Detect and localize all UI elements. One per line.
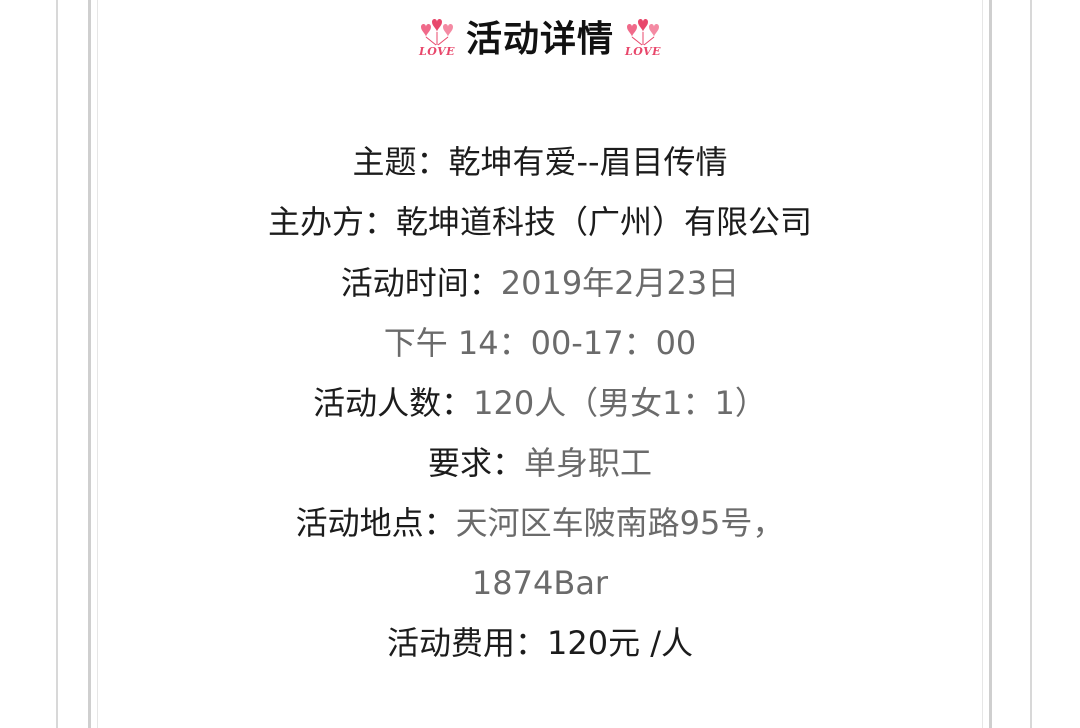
heart-balloons-icon: LOVE	[620, 17, 666, 63]
page-title: 活动详情	[465, 19, 614, 60]
theme-line: 主题：乾坤有爱--眉目传情	[0, 142, 1080, 182]
requirement-label: 要求：	[427, 444, 524, 482]
fee-line: 活动费用：120元 /人	[0, 623, 1080, 663]
fee-value: 120元 /人	[546, 624, 694, 662]
theme-label: 主题：	[352, 143, 449, 181]
love-word: LOVE	[624, 45, 662, 58]
host-label: 主办方：	[267, 203, 396, 241]
event-detail-page: LOVE 活动详情 LOVE 主题：乾坤有爱--眉目传情 主办方：乾坤道科技（广…	[0, 0, 1080, 728]
time-range-line: 下午 14：00-17：00	[0, 323, 1080, 363]
place-value-2: 1874Bar	[471, 564, 609, 602]
host-line: 主办方：乾坤道科技（广州）有限公司	[0, 202, 1080, 242]
section-heading: LOVE 活动详情 LOVE	[0, 14, 1080, 66]
fee-label: 活动费用：	[386, 624, 547, 662]
theme-value: 乾坤有爱--眉目传情	[448, 143, 728, 181]
place-value: 天河区车陂南路95号，	[455, 504, 785, 542]
love-word: LOVE	[418, 45, 455, 58]
host-value: 乾坤道科技（广州）有限公司	[396, 203, 813, 241]
place-line: 活动地点：天河区车陂南路95号，	[0, 503, 1080, 543]
requirement-value: 单身职工	[524, 444, 653, 482]
place-line-2: 1874Bar	[0, 563, 1080, 603]
time-date: 2019年2月23日	[500, 264, 740, 302]
count-value: 120人（男女1：1）	[473, 384, 767, 422]
time-line: 活动时间：2019年2月23日	[0, 263, 1080, 303]
inner-frame	[88, 0, 992, 728]
heart-balloons-icon: LOVE	[414, 17, 460, 63]
time-label: 活动时间：	[340, 264, 501, 302]
count-line: 活动人数：120人（男女1：1）	[0, 383, 1080, 423]
requirement-line: 要求：单身职工	[0, 443, 1080, 483]
count-label: 活动人数：	[313, 384, 474, 422]
time-range: 下午 14：00-17：00	[383, 324, 697, 362]
place-label: 活动地点：	[295, 504, 456, 542]
